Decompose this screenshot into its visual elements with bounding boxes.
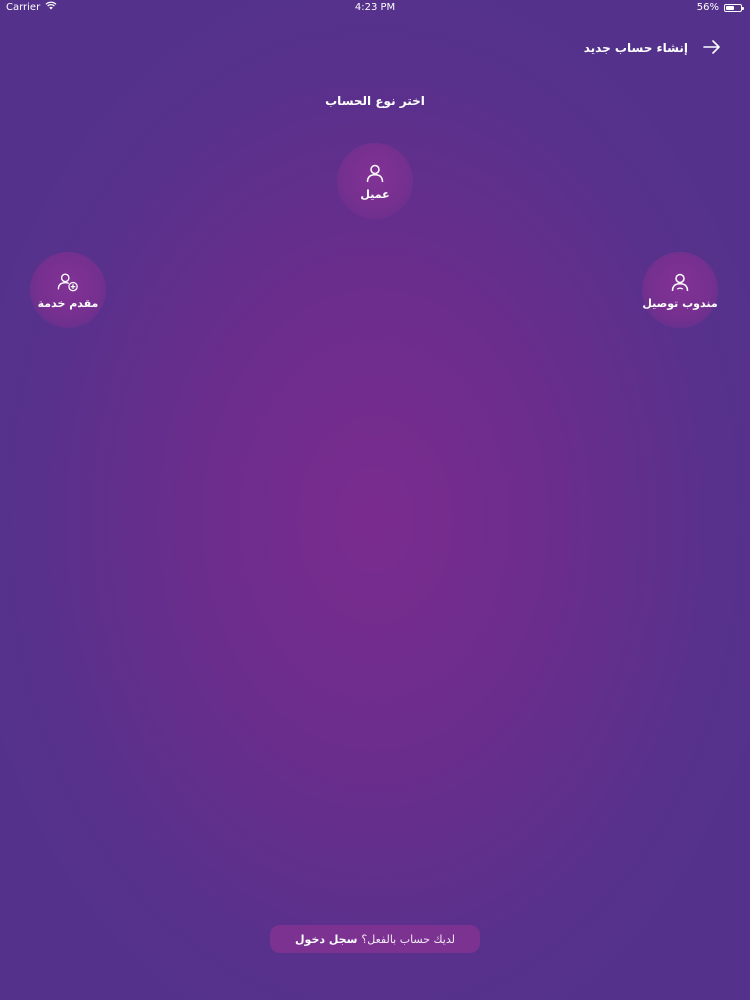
status-time: 4:23 PM [354,2,396,13]
role-client-button[interactable]: عميل [337,143,413,219]
header: إنشاء حساب جديد [584,38,722,58]
role-delivery-label: مندوب توصيل [642,296,718,310]
choose-account-type-label: اختر نوع الحساب [325,94,425,108]
role-delivery-button[interactable]: مندوب توصيل [642,252,718,328]
user-plus-icon [57,271,79,293]
user-sad-icon [669,271,691,293]
arrow-right-icon [703,39,721,58]
login-question: لديك حساب بالفعل؟ [361,932,455,946]
battery-icon [724,4,744,12]
user-icon [364,162,386,184]
battery-group: 56% [696,0,744,16]
role-provider-button[interactable]: مقدم خدمة [30,252,106,328]
role-provider-label: مقدم خدمة [37,296,99,310]
page-title: إنشاء حساب جديد [583,41,688,55]
back-button[interactable] [702,38,722,58]
role-client-label: عميل [360,187,390,201]
battery-percent: 56% [696,2,719,13]
login-prompt[interactable]: لديك حساب بالفعل؟ سجل دخول [270,925,480,953]
status-bar: Carrier 4:23 PM 56% [0,0,750,16]
login-link[interactable]: سجل دخول [295,933,357,946]
battery-fill [726,6,734,10]
